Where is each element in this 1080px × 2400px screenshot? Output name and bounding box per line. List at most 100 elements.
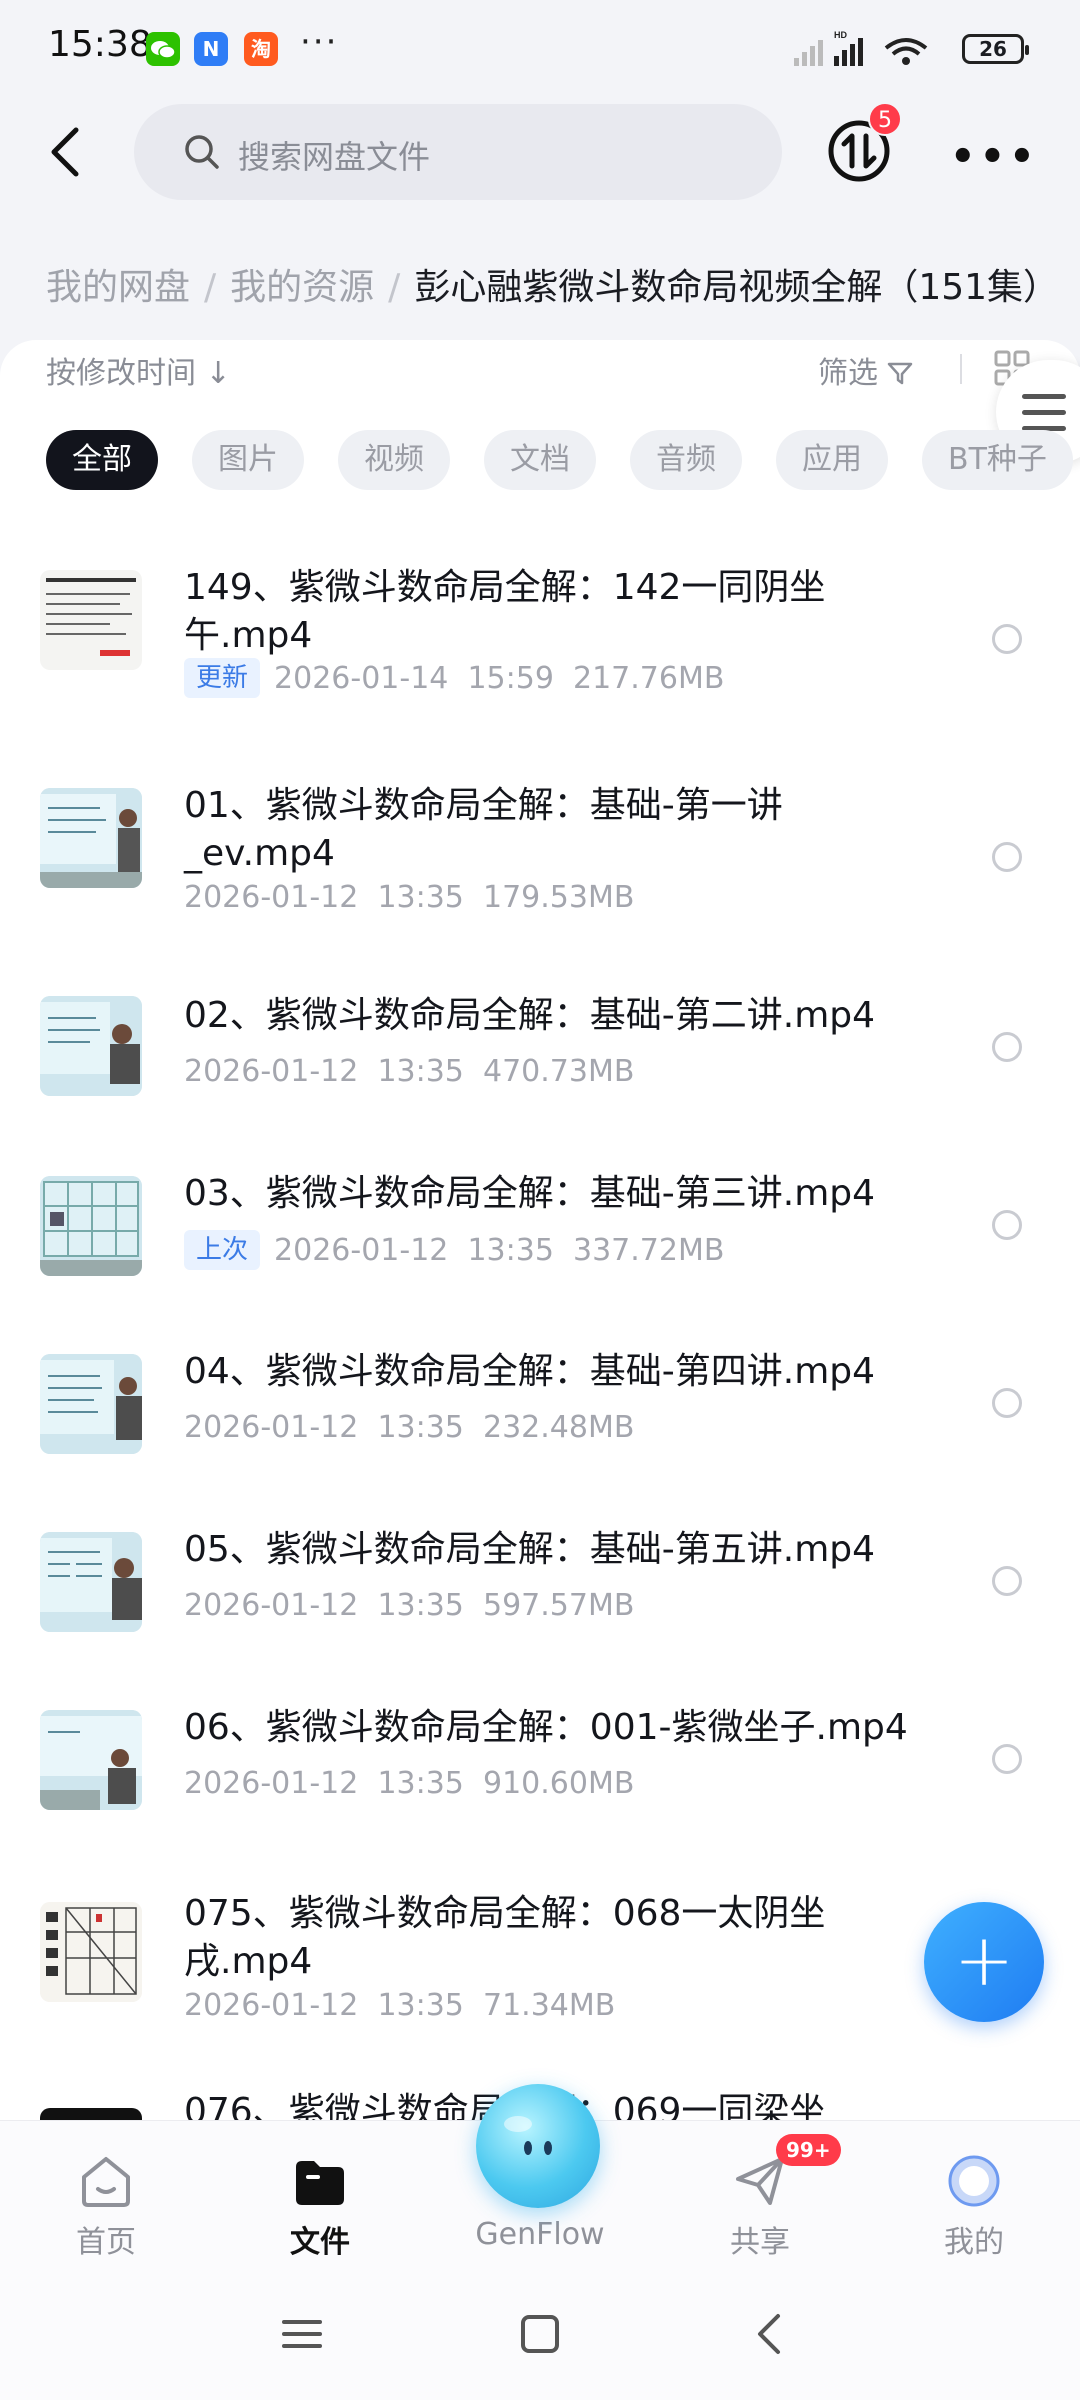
file-time: 13:35	[377, 1988, 464, 2023]
back-arrow-icon[interactable]	[36, 120, 100, 184]
video-thumbnail	[40, 570, 142, 670]
file-meta: 上次 2026-01-12 13:35 337.72MB	[184, 1230, 724, 1270]
select-radio[interactable]	[992, 1744, 1022, 1774]
file-name: 03、紫微斗数命局全解：基础-第三讲.mp4	[184, 1173, 876, 1214]
file-time: 13:35	[377, 1588, 464, 1623]
video-thumbnail	[40, 1354, 142, 1454]
home-square-icon[interactable]	[514, 2308, 566, 2360]
status-bar: 15:38 N 淘 ··· HD 26	[0, 0, 1080, 96]
file-time: 13:35	[467, 1233, 554, 1268]
breadcrumb-my-drive[interactable]: 我的网盘	[46, 267, 190, 308]
file-size: 232.48MB	[482, 1410, 635, 1445]
chip-images[interactable]: 图片	[192, 430, 304, 490]
status-more-dots: ···	[300, 22, 339, 62]
select-radio[interactable]	[992, 624, 1022, 654]
chip-videos[interactable]: 视频	[338, 430, 450, 490]
video-thumbnail	[40, 2108, 142, 2120]
file-time: 13:35	[377, 1054, 464, 1089]
file-meta: 2026-01-12 13:35 71.34MB	[184, 1988, 615, 2023]
breadcrumb: 我的网盘 / 我的资源 / 彭心融紫微斗数命局视频全解（151集）	[46, 258, 1076, 314]
menu-line	[1022, 410, 1066, 415]
file-meta: 更新 2026-01-14 15:59 217.76MB	[184, 658, 724, 698]
home-icon	[82, 2157, 130, 2207]
file-size: 337.72MB	[573, 1233, 725, 1268]
signal-wifi-icons: HD	[794, 30, 928, 66]
last-viewed-tag: 上次	[184, 1230, 261, 1270]
file-type-chips: 全部 图片 视频 文档 音频 应用 BT种子	[46, 430, 1080, 494]
file-name: 149、紫微斗数命局全解：142一同阴坐午.mp4	[184, 567, 826, 656]
breadcrumb-separator: /	[204, 267, 217, 308]
file-name: 05、紫微斗数命局全解：基础-第五讲.mp4	[184, 1529, 876, 1570]
select-radio[interactable]	[992, 842, 1022, 872]
file-size: 470.73MB	[482, 1054, 635, 1089]
transfer-badge: 5	[868, 102, 902, 136]
file-meta: 2026-01-12 13:35 910.60MB	[184, 1766, 634, 1801]
file-date: 2026-01-12	[184, 1988, 359, 2023]
select-radio[interactable]	[992, 1032, 1022, 1062]
select-radio[interactable]	[992, 1388, 1022, 1418]
chip-apps[interactable]: 应用	[776, 430, 888, 490]
nav-home[interactable]: 首页	[26, 2121, 186, 2271]
file-name: 06、紫微斗数命局全解：001-紫微坐子.mp4	[184, 1707, 908, 1748]
file-date: 2026-01-12	[184, 1054, 359, 1089]
wechat-icon	[146, 32, 180, 66]
nav-files[interactable]: 文件	[240, 2121, 400, 2271]
chip-all[interactable]: 全部	[46, 430, 158, 490]
recent-apps-icon[interactable]	[276, 2308, 328, 2360]
select-radio[interactable]	[992, 1566, 1022, 1596]
svg-text:HD: HD	[834, 30, 847, 40]
list-item[interactable]: 04、紫微斗数命局全解：基础-第四讲.mp4 2026-01-12 13:35 …	[0, 1332, 1080, 1492]
nav-files-label: 文件	[290, 2225, 350, 2260]
video-thumbnail	[40, 996, 142, 1096]
search-placeholder: 搜索网盘文件	[238, 138, 431, 176]
file-date: 2026-01-12	[184, 1766, 359, 1801]
file-meta: 2026-01-12 13:35 470.73MB	[184, 1054, 634, 1089]
filter-label: 筛选	[818, 356, 878, 391]
top-bar: 搜索网盘文件 5 •••	[0, 96, 1080, 216]
updated-tag: 更新	[184, 658, 261, 698]
list-item[interactable]: 05、紫微斗数命局全解：基础-第五讲.mp4 2026-01-12 13:35 …	[0, 1510, 1080, 1670]
file-size: 217.76MB	[573, 661, 725, 696]
breadcrumb-current-folder: 彭心融紫微斗数命局视频全解（151集）	[414, 267, 1060, 308]
status-time: 15:38	[48, 24, 152, 65]
list-item[interactable]: 149、紫微斗数命局全解：142一同阴坐午.mp4 更新 2026-01-14 1…	[0, 540, 1080, 740]
file-date: 2026-01-12	[184, 1588, 359, 1623]
filter-button[interactable]: 筛选	[818, 348, 914, 392]
file-meta: 2026-01-12 13:35 232.48MB	[184, 1410, 634, 1445]
file-date: 2026-01-14	[274, 661, 449, 696]
chip-bt-seeds[interactable]: BT种子	[922, 430, 1073, 490]
list-item[interactable]: 01、紫微斗数命局全解：基础-第一讲_ev.mp4 2026-01-12 13:…	[0, 758, 1080, 958]
list-item[interactable]: 06、紫微斗数命局全解：001-紫微坐子.mp4 2026-01-12 13:3…	[0, 1688, 1080, 1848]
file-name: 02、紫微斗数命局全解：基础-第二讲.mp4	[184, 995, 876, 1036]
add-button[interactable]: +	[924, 1902, 1044, 2022]
list-item[interactable]: 03、紫微斗数命局全解：基础-第三讲.mp4 上次 2026-01-12 13:3…	[0, 1154, 1080, 1314]
video-thumbnail	[40, 1176, 142, 1276]
chip-audio[interactable]: 音频	[630, 430, 742, 490]
file-meta: 2026-01-12 13:35 179.53MB	[184, 880, 634, 915]
folder-icon	[296, 2161, 344, 2205]
menu-line	[1022, 394, 1066, 399]
list-item[interactable]: 02、紫微斗数命局全解：基础-第二讲.mp4 2026-01-12 13:35 …	[0, 976, 1080, 1136]
genflow-orb-icon[interactable]	[476, 2084, 600, 2208]
file-list-panel: 按修改时间 ↓ 筛选 全部 图片 视频 文档 音频 应用 BT种子 149、紫微斗数命局全解…	[0, 340, 1080, 2120]
file-size: 910.60MB	[482, 1766, 635, 1801]
select-radio[interactable]	[992, 1210, 1022, 1240]
nav-share-label: 共享	[730, 2225, 790, 2260]
taobao-icon: 淘	[244, 32, 278, 66]
nav-profile[interactable]: 我的	[894, 2121, 1054, 2271]
file-time: 13:35	[377, 1410, 464, 1445]
profile-icon	[948, 2155, 1000, 2207]
more-options-icon[interactable]: •••	[950, 134, 1039, 180]
system-nav-bar	[0, 2270, 1080, 2400]
chip-documents[interactable]: 文档	[484, 430, 596, 490]
file-date: 2026-01-12	[184, 880, 359, 915]
breadcrumb-my-resources[interactable]: 我的资源	[230, 267, 374, 308]
file-date: 2026-01-12	[184, 1410, 359, 1445]
share-badge: 99+	[776, 2134, 841, 2166]
file-time: 13:35	[377, 880, 464, 915]
nav-profile-label: 我的	[944, 2225, 1004, 2260]
sort-button[interactable]: 按修改时间 ↓	[46, 348, 231, 392]
search-input[interactable]: 搜索网盘文件	[134, 104, 782, 200]
list-item[interactable]: 075、紫微斗数命局全解：068一太阴坐戌.mp4 2026-01-12 13:…	[0, 1866, 1080, 2066]
system-back-icon[interactable]	[746, 2308, 798, 2360]
